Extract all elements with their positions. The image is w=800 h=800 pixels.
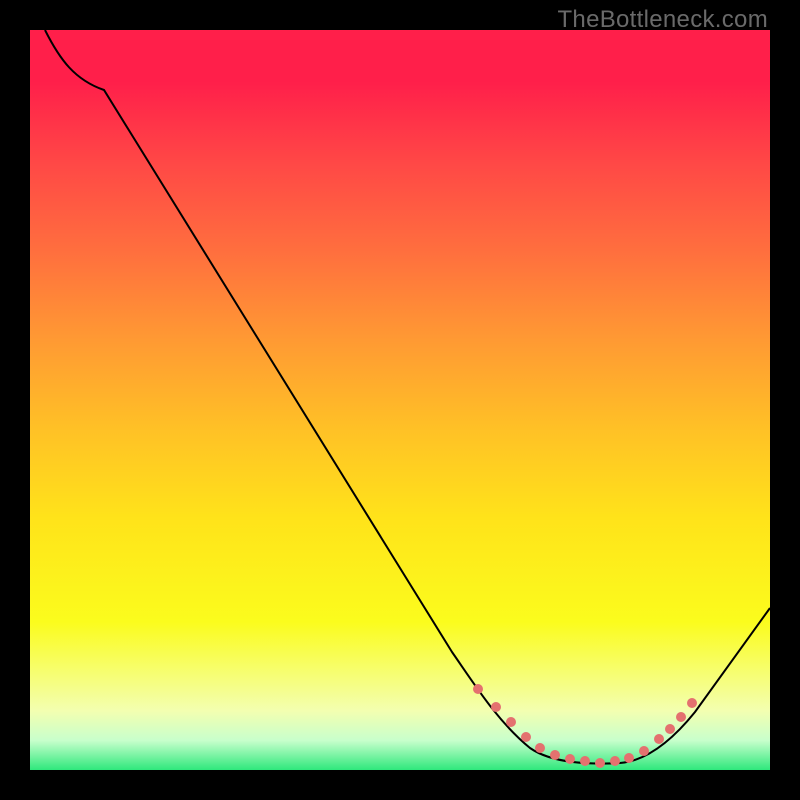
chart-svg bbox=[30, 30, 770, 770]
chart-frame: TheBottleneck.com bbox=[0, 0, 800, 800]
watermark-text: TheBottleneck.com bbox=[557, 6, 768, 34]
line-series bbox=[45, 30, 770, 764]
